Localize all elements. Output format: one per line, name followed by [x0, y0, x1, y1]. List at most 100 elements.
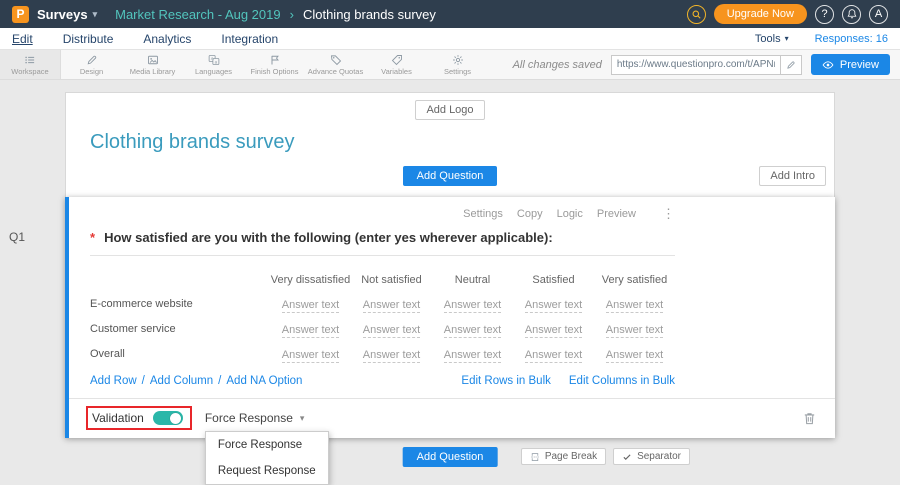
validation-toggle[interactable] [153, 411, 183, 425]
search-icon [691, 9, 702, 20]
edit-columns-in-bulk-link[interactable]: Edit Columns in Bulk [569, 375, 675, 387]
breadcrumb-separator-icon: › [290, 7, 294, 22]
toolbar-item-settings[interactable]: Settings [427, 50, 488, 79]
add-logo-button[interactable]: Add Logo [415, 100, 484, 120]
matrix-answer-cell[interactable]: Answer text [513, 297, 594, 311]
menu-item-request-response[interactable]: Request Response [206, 458, 328, 484]
chevron-down-icon: ▾ [785, 34, 789, 43]
matrix-answer-cell[interactable]: Answer text [270, 347, 351, 361]
matrix-answer-cell[interactable]: Answer text [594, 322, 675, 336]
avatar[interactable]: A [869, 5, 888, 24]
matrix-answer-cell[interactable]: Answer text [432, 322, 513, 336]
add-column-link[interactable]: Add Column [150, 375, 213, 387]
matrix-answer-cell[interactable]: Answer text [594, 297, 675, 311]
add-question-button-bottom[interactable]: Add Question [403, 447, 498, 467]
add-row-link[interactable]: Add Row [90, 375, 137, 387]
matrix-answer-cell[interactable]: Answer text [513, 347, 594, 361]
question-text-row[interactable]: * How satisfied are you with the followin… [90, 227, 675, 256]
menu-item-force-response[interactable]: Force Response [206, 432, 328, 458]
matrix-answer-cell[interactable]: Answer text [270, 297, 351, 311]
validation-row: Validation Force Response ▾ Force Respon… [69, 398, 835, 438]
search-button[interactable] [687, 5, 706, 24]
survey-url-group [611, 55, 802, 75]
top-bar-right: Upgrade Now ? A [687, 4, 888, 24]
breadcrumb: Market Research - Aug 2019 › Clothing br… [115, 7, 436, 22]
notifications-button[interactable] [842, 5, 861, 24]
matrix-answer-cell[interactable]: Answer text [270, 322, 351, 336]
breadcrumb-folder[interactable]: Market Research - Aug 2019 [115, 7, 280, 22]
separator-button[interactable]: Separator [613, 448, 690, 465]
matrix-column-header[interactable]: Neutral [432, 274, 513, 286]
responses-count-link[interactable]: Responses: 16 [815, 33, 888, 45]
edit-rows-in-bulk-link[interactable]: Edit Rows in Bulk [461, 375, 550, 387]
toolbar-item-finish-options[interactable]: Finish Options [244, 50, 305, 79]
tab-integration[interactable]: Integration [221, 32, 278, 46]
save-status: All changes saved [513, 59, 602, 71]
matrix-answer-cell[interactable]: Answer text [513, 322, 594, 336]
link-separator: / [142, 375, 145, 387]
matrix-row-label[interactable]: Customer service [90, 323, 270, 335]
force-response-dropdown-label: Force Response [205, 411, 293, 425]
answer-text-placeholder: Answer text [606, 349, 663, 363]
languages-icon: Aa [208, 54, 220, 66]
tools-menu[interactable]: Tools ▾ [755, 33, 789, 45]
toolbar-item-advance-quotas[interactable]: Advance Quotas [305, 50, 366, 79]
survey-title[interactable]: Clothing brands survey [66, 122, 834, 166]
bulk-edit-links: Edit Rows in Bulk Edit Columns in Bulk [461, 375, 675, 387]
matrix-answer-cell[interactable]: Answer text [594, 347, 675, 361]
toolbar-item-media-library[interactable]: Media Library [122, 50, 183, 79]
matrix-answer-cell[interactable]: Answer text [432, 347, 513, 361]
surveys-menu[interactable]: Surveys ▾ [37, 7, 97, 22]
required-asterisk: * [90, 230, 95, 245]
question-text: How satisfied are you with the following… [104, 230, 553, 245]
question-settings-link[interactable]: Settings [463, 208, 503, 220]
toolbar-item-label: Workspace [11, 67, 48, 76]
matrix-answer-cell[interactable]: Answer text [351, 297, 432, 311]
matrix-column-header[interactable]: Satisfied [513, 274, 594, 286]
tab-analytics[interactable]: Analytics [143, 32, 191, 46]
tab-distribute[interactable]: Distribute [63, 32, 114, 46]
edit-url-button[interactable] [781, 55, 802, 75]
add-question-button-top[interactable]: Add Question [403, 166, 498, 186]
answer-text-placeholder: Answer text [606, 299, 663, 313]
matrix-column-header[interactable]: Very dissatisfied [270, 274, 351, 286]
settings-gear-icon [452, 54, 464, 66]
svg-text:A: A [210, 56, 213, 61]
matrix-row-label[interactable]: E-commerce website [90, 298, 270, 310]
answer-text-placeholder: Answer text [444, 299, 501, 313]
matrix-answer-cell[interactable]: Answer text [351, 322, 432, 336]
page-break-button[interactable]: Page Break [521, 448, 606, 465]
advance-quotas-icon [330, 54, 342, 66]
question-copy-link[interactable]: Copy [517, 208, 543, 220]
help-button[interactable]: ? [815, 5, 834, 24]
upgrade-button[interactable]: Upgrade Now [714, 4, 807, 24]
matrix-answer-cell[interactable]: Answer text [351, 347, 432, 361]
add-na-option-link[interactable]: Add NA Option [226, 375, 302, 387]
surveys-menu-label: Surveys [37, 7, 88, 22]
toolbar-item-design[interactable]: Design [61, 50, 122, 79]
question-logic-link[interactable]: Logic [557, 208, 583, 220]
chevron-down-icon: ▾ [93, 9, 98, 20]
toolbar-item-variables[interactable]: Variables [366, 50, 427, 79]
answer-text-placeholder: Answer text [363, 299, 420, 313]
answer-text-placeholder: Answer text [525, 324, 582, 338]
add-intro-button[interactable]: Add Intro [759, 166, 826, 186]
toolbar-item-languages[interactable]: Aa Languages [183, 50, 244, 79]
matrix-column-header[interactable]: Not satisfied [351, 274, 432, 286]
toolbar-right: All changes saved Preview [513, 50, 890, 79]
survey-url-input[interactable] [611, 55, 781, 75]
delete-question-button[interactable] [802, 411, 817, 426]
force-response-dropdown[interactable]: Force Response ▾ Force Response Request … [205, 411, 305, 425]
more-options-icon[interactable]: ⋮ [662, 206, 675, 222]
toolbar-item-label: Finish Options [251, 67, 299, 76]
toolbar-item-workspace[interactable]: Workspace [0, 50, 61, 79]
question-preview-link[interactable]: Preview [597, 208, 636, 220]
tab-edit[interactable]: Edit [12, 32, 33, 46]
matrix-row-label[interactable]: Overall [90, 348, 270, 360]
separator-label: Separator [637, 451, 681, 462]
questionpro-logo[interactable]: P [12, 6, 29, 23]
matrix-answer-cell[interactable]: Answer text [432, 297, 513, 311]
matrix-column-header[interactable]: Very satisfied [594, 274, 675, 286]
preview-button[interactable]: Preview [811, 54, 890, 75]
add-question-row: Add Question Add Intro [66, 166, 834, 188]
